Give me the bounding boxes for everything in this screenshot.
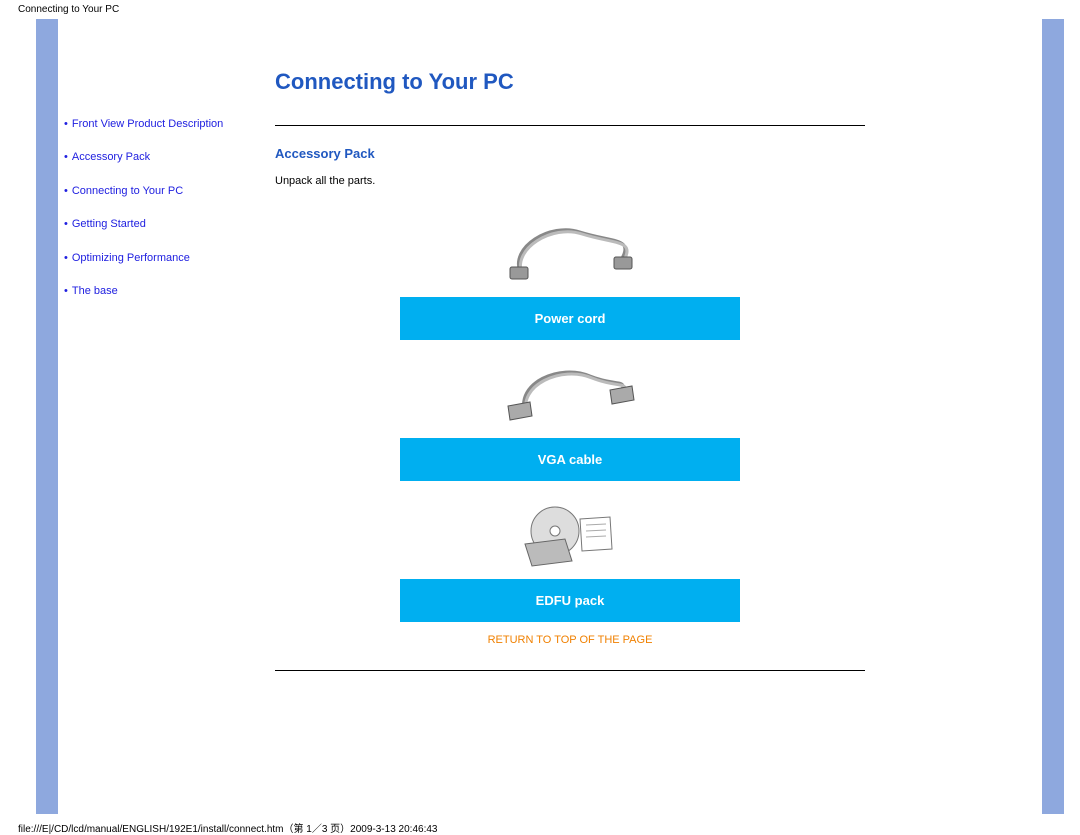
page-title: Connecting to Your PC bbox=[275, 69, 865, 95]
sidebar-item-getting-started[interactable]: Getting Started bbox=[72, 217, 146, 232]
divider-bottom bbox=[275, 670, 865, 671]
sidebar-item-optimizing[interactable]: Optimizing Performance bbox=[72, 251, 190, 266]
power-cord-image bbox=[400, 207, 740, 297]
sidebar-item-front-view[interactable]: Front View Product Description bbox=[72, 117, 223, 132]
divider bbox=[275, 125, 865, 126]
accessory-power-cord: Power cord bbox=[400, 207, 740, 340]
bullet-icon: • bbox=[64, 252, 68, 264]
section-title-accessory-pack: Accessory Pack bbox=[275, 146, 865, 161]
bullet-icon: • bbox=[64, 151, 68, 163]
sidebar-nav: • Front View Product Description • Accesso… bbox=[64, 117, 264, 317]
edfu-pack-icon bbox=[500, 499, 640, 569]
sidebar-item-the-base[interactable]: The base bbox=[72, 284, 118, 299]
accessory-label-edfu-pack: EDFU pack bbox=[400, 579, 740, 622]
main-content: Connecting to Your PC Accessory Pack Unp… bbox=[275, 69, 865, 671]
sidebar-item-connecting[interactable]: Connecting to Your PC bbox=[72, 184, 183, 199]
bullet-icon: • bbox=[64, 285, 68, 297]
accessory-edfu-pack: EDFU pack bbox=[400, 489, 740, 622]
top-small-title: Connecting to Your PC bbox=[0, 0, 1080, 19]
accessory-vga-cable: VGA cable bbox=[400, 348, 740, 481]
accessory-label-vga-cable: VGA cable bbox=[400, 438, 740, 481]
power-cord-icon bbox=[500, 217, 640, 287]
return-to-top: RETURN TO TOP OF THE PAGE bbox=[275, 634, 865, 646]
bullet-icon: • bbox=[64, 185, 68, 197]
edfu-pack-image bbox=[400, 489, 740, 579]
footer-path: file:///E|/CD/lcd/manual/ENGLISH/192E1/i… bbox=[18, 820, 437, 835]
vga-cable-icon bbox=[500, 358, 640, 428]
accessory-label-power-cord: Power cord bbox=[400, 297, 740, 340]
section-intro-text: Unpack all the parts. bbox=[275, 175, 865, 187]
bullet-icon: • bbox=[64, 218, 68, 230]
sidebar-item-accessory-pack[interactable]: Accessory Pack bbox=[72, 150, 150, 165]
return-to-top-link[interactable]: RETURN TO TOP OF THE PAGE bbox=[488, 634, 653, 646]
bullet-icon: • bbox=[64, 118, 68, 130]
right-decorative-bar bbox=[1042, 19, 1064, 814]
left-decorative-bar bbox=[36, 19, 58, 814]
vga-cable-image bbox=[400, 348, 740, 438]
